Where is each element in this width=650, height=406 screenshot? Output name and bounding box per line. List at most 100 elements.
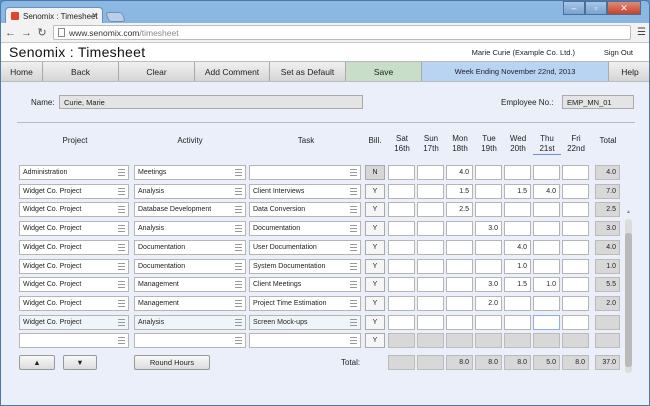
- list-icon[interactable]: [235, 299, 242, 307]
- hours-input[interactable]: [388, 333, 415, 349]
- hours-input[interactable]: [562, 183, 589, 199]
- activity-field[interactable]: Management: [134, 277, 246, 293]
- hours-input[interactable]: 1.5: [504, 277, 531, 293]
- list-icon[interactable]: [118, 337, 125, 345]
- hours-input[interactable]: [562, 258, 589, 274]
- hours-input[interactable]: [417, 333, 444, 349]
- back-button[interactable]: Back: [43, 62, 119, 81]
- task-field[interactable]: Client Meetings: [249, 277, 361, 293]
- task-field[interactable]: Documentation: [249, 221, 361, 237]
- list-icon[interactable]: [118, 206, 125, 214]
- hours-input[interactable]: [475, 165, 502, 180]
- hours-input[interactable]: [388, 295, 415, 311]
- sign-out-link[interactable]: Sign Out: [604, 48, 633, 57]
- hours-input[interactable]: [446, 258, 473, 274]
- vertical-scrollbar[interactable]: [625, 219, 632, 373]
- hours-input[interactable]: 1.0: [533, 277, 560, 293]
- list-icon[interactable]: [350, 187, 357, 195]
- list-icon[interactable]: [118, 299, 125, 307]
- hours-input[interactable]: [562, 239, 589, 255]
- billable-toggle[interactable]: Y: [365, 258, 385, 274]
- activity-field[interactable]: Database Development: [134, 202, 246, 218]
- list-icon[interactable]: [350, 337, 357, 345]
- hours-input[interactable]: 2.0: [475, 295, 502, 311]
- hours-input[interactable]: [388, 221, 415, 237]
- hours-input[interactable]: [533, 202, 560, 218]
- list-icon[interactable]: [118, 187, 125, 195]
- close-window-icon[interactable]: ✕: [607, 1, 641, 15]
- billable-toggle[interactable]: Y: [365, 221, 385, 237]
- list-icon[interactable]: [235, 225, 242, 233]
- task-field[interactable]: [249, 165, 361, 180]
- list-icon[interactable]: [350, 318, 357, 326]
- move-down-button[interactable]: ▼: [63, 355, 97, 370]
- list-icon[interactable]: [235, 262, 242, 270]
- hours-input[interactable]: [475, 333, 502, 349]
- list-icon[interactable]: [235, 206, 242, 214]
- list-icon[interactable]: [350, 225, 357, 233]
- activity-field[interactable]: Analysis: [134, 221, 246, 237]
- hours-input[interactable]: [475, 183, 502, 199]
- hours-input[interactable]: [446, 239, 473, 255]
- hours-input[interactable]: [446, 221, 473, 237]
- move-up-button[interactable]: ▲: [19, 355, 55, 370]
- hours-input[interactable]: [562, 202, 589, 218]
- menu-icon[interactable]: ☰: [637, 27, 647, 38]
- hours-input[interactable]: [504, 295, 531, 311]
- back-arrow-icon[interactable]: ←: [5, 27, 16, 39]
- hours-input[interactable]: 1.5: [504, 183, 531, 199]
- billable-toggle[interactable]: Y: [365, 277, 385, 293]
- reload-icon[interactable]: ↻: [37, 26, 47, 39]
- list-icon[interactable]: [350, 243, 357, 251]
- hours-input[interactable]: [475, 239, 502, 255]
- browser-tab[interactable]: Senomix : Timesheet ✕: [5, 7, 103, 24]
- hours-input[interactable]: [446, 314, 473, 330]
- activity-field[interactable]: Meetings: [134, 165, 246, 180]
- project-field[interactable]: Widget Co. Project: [19, 295, 129, 311]
- hours-input[interactable]: [417, 258, 444, 274]
- project-field[interactable]: Widget Co. Project: [19, 314, 129, 330]
- maximize-icon[interactable]: ▫: [585, 1, 607, 15]
- project-field[interactable]: [19, 333, 129, 349]
- scroll-up-icon[interactable]: ▲: [626, 209, 631, 215]
- billable-toggle[interactable]: Y: [365, 333, 385, 349]
- hours-input[interactable]: [417, 202, 444, 218]
- task-field[interactable]: Client Interviews: [249, 183, 361, 199]
- hours-input[interactable]: [533, 295, 560, 311]
- hours-input[interactable]: [533, 221, 560, 237]
- minimize-icon[interactable]: –: [563, 1, 585, 15]
- billable-toggle[interactable]: Y: [365, 314, 385, 330]
- hours-input[interactable]: 4.0: [533, 183, 560, 199]
- tab-close-icon[interactable]: ✕: [91, 11, 98, 20]
- save-button[interactable]: Save: [346, 62, 422, 81]
- hours-input[interactable]: [533, 333, 560, 349]
- list-icon[interactable]: [350, 169, 357, 176]
- billable-toggle[interactable]: Y: [365, 183, 385, 199]
- activity-field[interactable]: [134, 333, 246, 349]
- list-icon[interactable]: [235, 169, 242, 176]
- hours-input[interactable]: [388, 239, 415, 255]
- home-button[interactable]: Home: [1, 62, 43, 81]
- url-field[interactable]: www.senomix.com/timesheet: [53, 25, 631, 40]
- activity-field[interactable]: Documentation: [134, 239, 246, 255]
- hours-input[interactable]: [504, 333, 531, 349]
- hours-input[interactable]: [446, 295, 473, 311]
- list-icon[interactable]: [118, 225, 125, 233]
- hours-input[interactable]: [417, 314, 444, 330]
- project-field[interactable]: Widget Co. Project: [19, 183, 129, 199]
- list-icon[interactable]: [118, 281, 125, 289]
- list-icon[interactable]: [118, 243, 125, 251]
- activity-field[interactable]: Management: [134, 295, 246, 311]
- hours-input[interactable]: [475, 202, 502, 218]
- hours-input[interactable]: [562, 295, 589, 311]
- hours-input[interactable]: [475, 314, 502, 330]
- hours-input[interactable]: [388, 202, 415, 218]
- project-field[interactable]: Widget Co. Project: [19, 239, 129, 255]
- clear-button[interactable]: Clear: [119, 62, 195, 81]
- hours-input[interactable]: [562, 221, 589, 237]
- set-default-button[interactable]: Set as Default: [270, 62, 346, 81]
- billable-toggle[interactable]: Y: [365, 202, 385, 218]
- project-field[interactable]: Widget Co. Project: [19, 221, 129, 237]
- billable-toggle[interactable]: Y: [365, 295, 385, 311]
- hours-input[interactable]: [417, 221, 444, 237]
